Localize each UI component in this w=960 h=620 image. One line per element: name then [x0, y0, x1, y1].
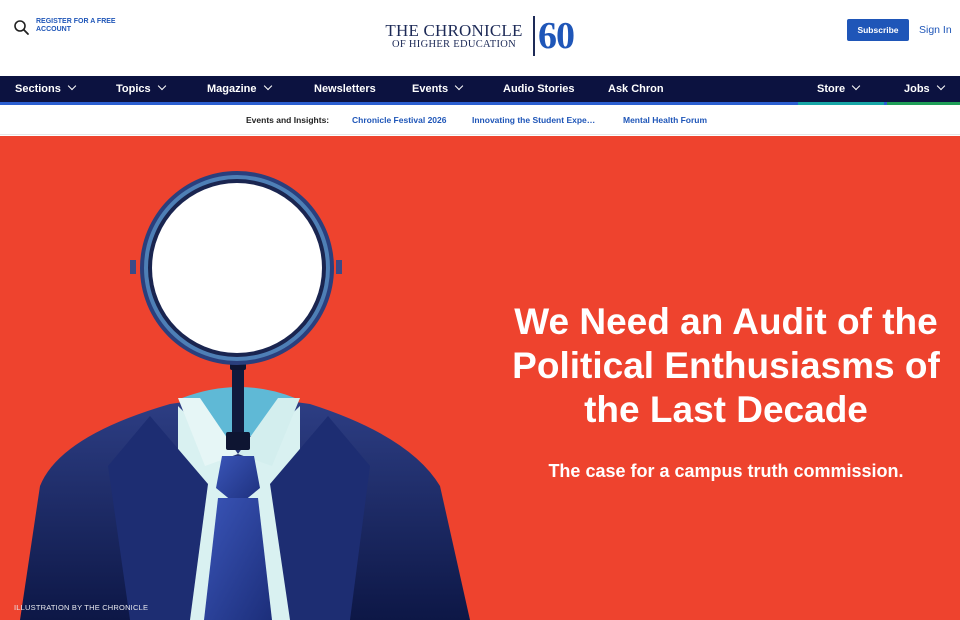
logo-anniversary: 60 [538, 15, 575, 57]
events-label: Events and Insights: [246, 115, 330, 125]
nav-audio-stories[interactable]: Audio Stories [503, 76, 575, 102]
event-link-student-experience[interactable]: Innovating the Student Expe… [472, 105, 595, 135]
chevron-down-icon [67, 81, 77, 91]
nav-label: Store [817, 83, 846, 95]
nav-jobs[interactable]: Jobs [904, 76, 945, 102]
logo-divider [533, 16, 535, 56]
hero-dek: The case for a campus truth commission. [548, 461, 904, 481]
nav-sections[interactable]: Sections [15, 76, 77, 102]
nav-newsletters[interactable]: Newsletters [314, 76, 376, 102]
events-bar: Events and Insights: Chronicle Festival … [0, 105, 960, 135]
chevron-down-icon [936, 81, 945, 91]
nav-label: Magazine [207, 83, 257, 95]
nav-label: Ask Chron [608, 83, 664, 95]
nav-store[interactable]: Store [817, 76, 861, 102]
nav-label: Sections [15, 83, 61, 95]
search-icon[interactable] [12, 18, 32, 38]
register-link[interactable]: REGISTER FOR A FREE ACCOUNT [36, 18, 126, 34]
chevron-down-icon [157, 81, 166, 91]
logo-wordmark: THE CHRONICLE OF HIGHER EDUCATION [384, 22, 524, 51]
nav-label: Audio Stories [503, 83, 575, 95]
event-link-festival[interactable]: Chronicle Festival 2026 [352, 105, 447, 135]
nav-label: Events [412, 83, 449, 95]
hero-illustration [20, 171, 470, 620]
chevron-down-icon [851, 81, 861, 91]
nav-events[interactable]: Events [412, 76, 464, 102]
sign-in-link[interactable]: Sign In [919, 19, 952, 41]
subscribe-button[interactable]: Subscribe [847, 19, 909, 41]
nav-topics[interactable]: Topics [116, 76, 166, 102]
main-nav: Sections Topics Magazine Newsletters Eve… [0, 76, 960, 102]
nav-label: Topics [116, 83, 151, 95]
hero-feature[interactable]: ILLUSTRATION BY THE CHRONICLE We Need an… [0, 136, 960, 620]
nav-label: Jobs [904, 83, 930, 95]
event-link-mental-health[interactable]: Mental Health Forum [623, 105, 707, 135]
chevron-down-icon [263, 81, 272, 91]
site-logo[interactable]: THE CHRONICLE OF HIGHER EDUCATION 60 [384, 16, 584, 56]
nav-ask-chron[interactable]: Ask Chron [608, 76, 664, 102]
illustration-credit: ILLUSTRATION BY THE CHRONICLE [14, 603, 149, 612]
nav-magazine[interactable]: Magazine [207, 76, 272, 102]
logo-line1: THE CHRONICLE [385, 21, 523, 40]
hero-headline[interactable]: We Need an Audit of the Political Enthus… [498, 300, 954, 432]
site-header: REGISTER FOR A FREE ACCOUNT THE CHRONICL… [0, 0, 960, 76]
nav-label: Newsletters [314, 83, 376, 95]
logo-line2: OF HIGHER EDUCATION [391, 39, 517, 50]
chevron-down-icon [454, 81, 464, 91]
